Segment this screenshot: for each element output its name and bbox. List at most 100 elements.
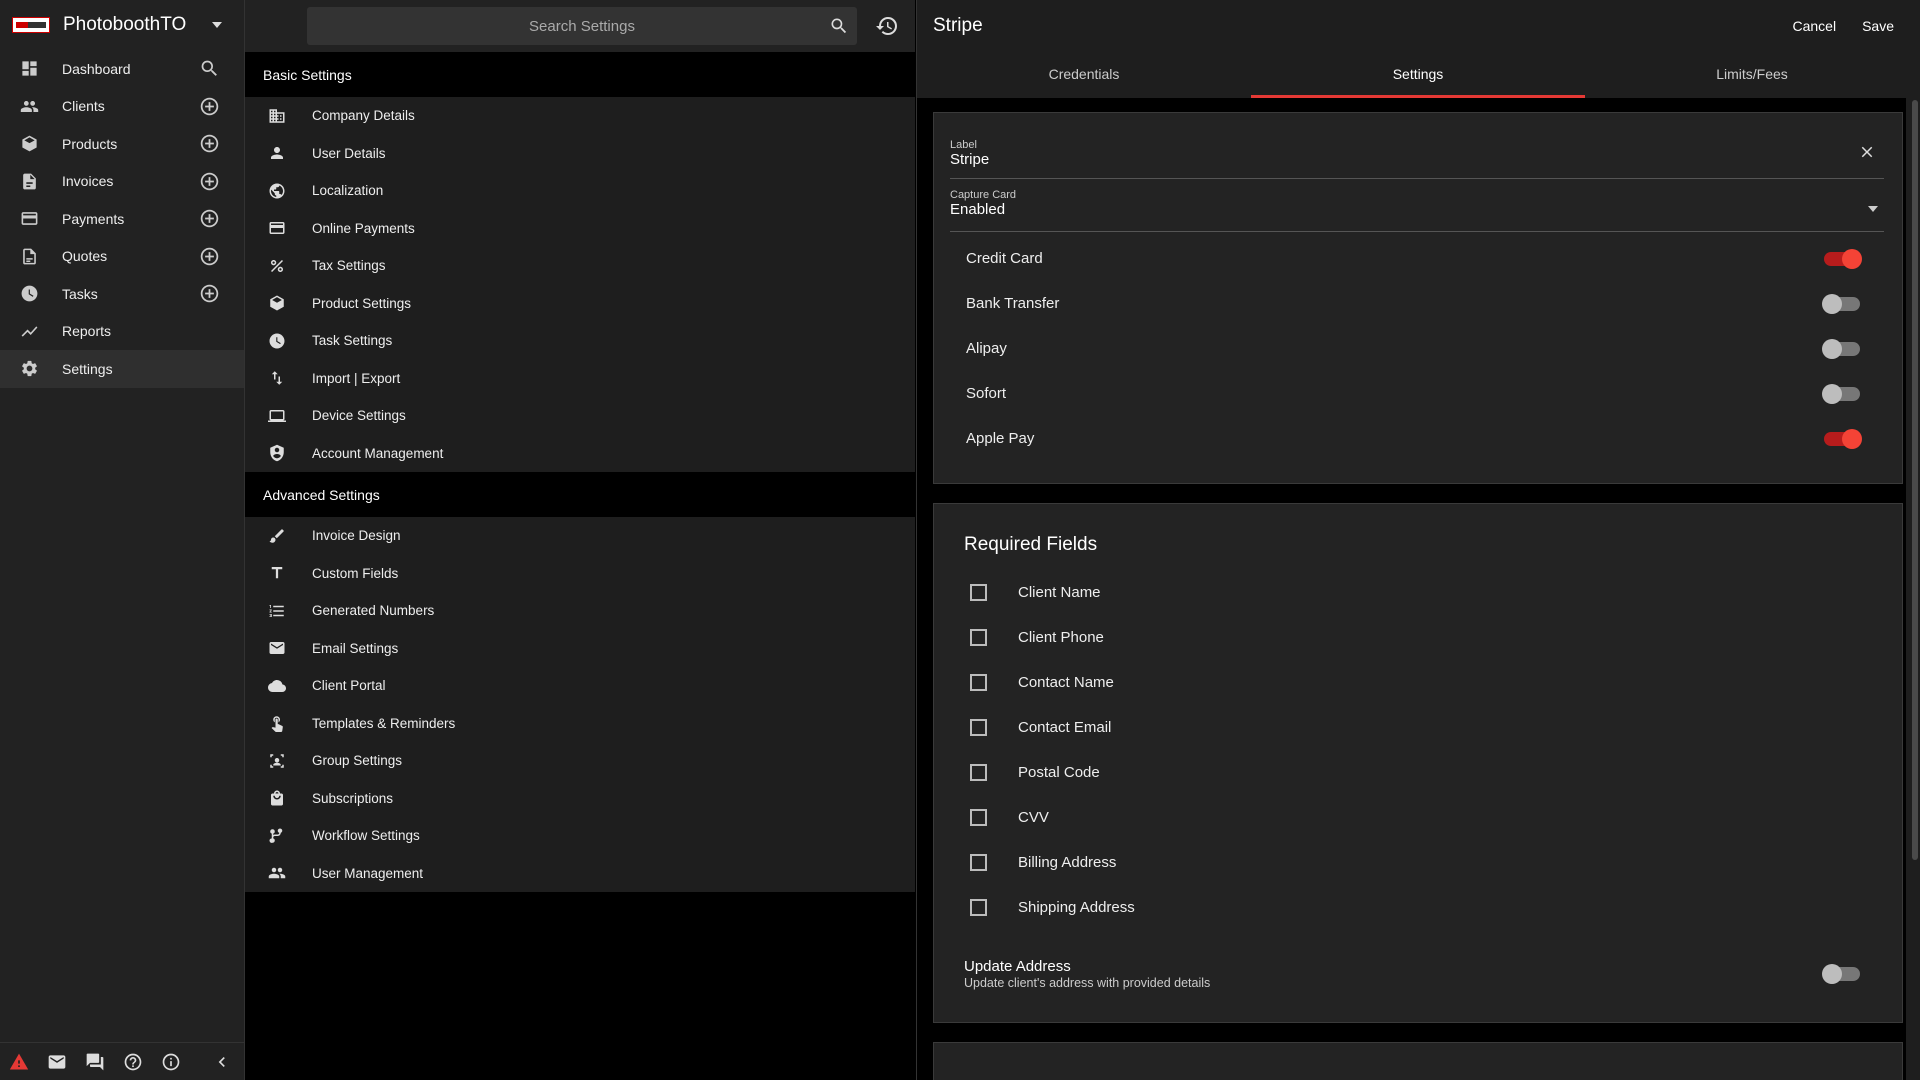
cvv-checkbox[interactable] (970, 809, 987, 826)
label-field[interactable]: Label Stripe (950, 127, 1884, 179)
required-field-client-phone[interactable]: Client Phone (964, 615, 1884, 660)
settings-item-custom-fields[interactable]: Custom Fields (245, 555, 915, 593)
tab-settings[interactable]: Settings (1251, 52, 1585, 98)
chevron-down-icon[interactable] (212, 22, 222, 28)
toggle-label: Bank Transfer (966, 295, 1060, 312)
quotes-icon (18, 245, 40, 267)
percent-icon (267, 256, 287, 276)
capture-card-select[interactable]: Capture Card Enabled (950, 179, 1884, 232)
toggle-knob (1842, 248, 1862, 269)
required-field-cvv[interactable]: CVV (964, 795, 1884, 840)
chat-icon[interactable] (84, 1051, 106, 1073)
warning-icon[interactable] (8, 1051, 30, 1073)
settings-item-company-details[interactable]: Company Details (245, 97, 915, 135)
basic-settings-heading: Basic Settings (245, 52, 915, 97)
clear-icon[interactable] (1858, 143, 1876, 161)
required-field-client-name[interactable]: Client Name (964, 570, 1884, 615)
settings-item-user-details[interactable]: User Details (245, 135, 915, 173)
client-phone-checkbox[interactable] (970, 629, 987, 646)
apple-pay-toggle[interactable] (1824, 428, 1862, 449)
settings-item-online-payments[interactable]: Online Payments (245, 210, 915, 248)
history-icon[interactable] (875, 14, 899, 38)
add-circle-icon[interactable] (198, 133, 220, 155)
search-box (307, 7, 857, 45)
group-icon (267, 751, 287, 771)
checkbox-label: Shipping Address (1018, 899, 1135, 916)
postal-code-checkbox[interactable] (970, 764, 987, 781)
settings-item-tax-settings[interactable]: Tax Settings (245, 247, 915, 285)
required-field-postal-code[interactable]: Postal Code (964, 750, 1884, 795)
add-circle-icon[interactable] (198, 245, 220, 267)
sofort-toggle[interactable] (1822, 383, 1860, 404)
settings-item-email-settings[interactable]: Email Settings (245, 630, 915, 668)
settings-item-client-portal[interactable]: Client Portal (245, 667, 915, 705)
sidebar-item-reports[interactable]: Reports (0, 313, 244, 351)
sidebar-item-clients[interactable]: Clients (0, 88, 244, 126)
help-icon[interactable] (122, 1051, 144, 1073)
add-circle-icon[interactable] (198, 283, 220, 305)
settings-item-generated-numbers[interactable]: Generated Numbers (245, 592, 915, 630)
required-field-contact-name[interactable]: Contact Name (964, 660, 1884, 705)
settings-item-group-settings[interactable]: Group Settings (245, 742, 915, 780)
search-icon[interactable] (829, 16, 849, 36)
settings-item-localization[interactable]: Localization (245, 172, 915, 210)
scrollbar[interactable] (1912, 100, 1918, 860)
client-name-checkbox[interactable] (970, 584, 987, 601)
settings-item-workflow-settings[interactable]: Workflow Settings (245, 817, 915, 855)
tab-credentials[interactable]: Credentials (917, 52, 1251, 98)
search-icon[interactable] (198, 58, 220, 80)
sidebar-item-label: Settings (62, 360, 113, 377)
settings-item-product-settings[interactable]: Product Settings (245, 285, 915, 323)
shipping-address-checkbox[interactable] (970, 899, 987, 916)
cancel-button[interactable]: Cancel (1792, 18, 1836, 34)
add-circle-icon[interactable] (198, 170, 220, 192)
mail-icon[interactable] (46, 1051, 68, 1073)
dropdown-arrow-icon[interactable] (1868, 206, 1878, 212)
update-address-toggle[interactable] (1822, 964, 1860, 984)
tab-limits-fees[interactable]: Limits/Fees (1585, 52, 1919, 98)
settings-item-import-export[interactable]: Import | Export (245, 360, 915, 398)
collapse-sidebar-icon[interactable] (211, 1051, 233, 1073)
sidebar-item-products[interactable]: Products (0, 125, 244, 163)
add-circle-icon[interactable] (198, 95, 220, 117)
company-icon (267, 106, 287, 126)
settings-item-subscriptions[interactable]: Subscriptions (245, 780, 915, 818)
sidebar-item-payments[interactable]: Payments (0, 200, 244, 238)
billing-address-checkbox[interactable] (970, 854, 987, 871)
settings-item-account-management[interactable]: Account Management (245, 435, 915, 473)
checkbox-label: Contact Name (1018, 674, 1114, 691)
settings-item-label: Invoice Design (312, 528, 401, 544)
add-circle-icon[interactable] (198, 208, 220, 230)
alipay-toggle[interactable] (1822, 338, 1860, 359)
update-address-subtitle: Update client's address with provided de… (964, 976, 1211, 990)
brush-icon (267, 526, 287, 546)
save-button[interactable]: Save (1862, 18, 1894, 34)
label-field-value[interactable]: Stripe (950, 151, 1884, 172)
sidebar-item-dashboard[interactable]: Dashboard (0, 50, 244, 88)
settings-item-invoice-design[interactable]: Invoice Design (245, 517, 915, 555)
info-icon[interactable] (160, 1051, 182, 1073)
settings-item-user-management[interactable]: User Management (245, 855, 915, 893)
sidebar-item-settings[interactable]: Settings (0, 350, 244, 388)
contact-name-checkbox[interactable] (970, 674, 987, 691)
settings-item-label: Custom Fields (312, 565, 399, 581)
required-field-billing-address[interactable]: Billing Address (964, 840, 1884, 885)
company-switcher[interactable]: PhotoboothTO (0, 0, 244, 50)
settings-item-task-settings[interactable]: Task Settings (245, 322, 915, 360)
toggle-row-bank-transfer: Bank Transfer (950, 281, 1884, 326)
bag-icon (267, 788, 287, 808)
settings-search-input[interactable] (307, 7, 857, 45)
credit-card-toggle[interactable] (1824, 248, 1862, 269)
sidebar-item-tasks[interactable]: Tasks (0, 275, 244, 313)
settings-item-device-settings[interactable]: Device Settings (245, 397, 915, 435)
detail-body: Label Stripe Capture Card Enabled Credit… (917, 98, 1906, 1080)
sidebar-item-label: Payments (62, 210, 125, 227)
sidebar-item-quotes[interactable]: Quotes (0, 238, 244, 276)
sidebar-item-invoices[interactable]: Invoices (0, 163, 244, 201)
bank-transfer-toggle[interactable] (1822, 293, 1860, 314)
contact-email-checkbox[interactable] (970, 719, 987, 736)
settings-item-templates-reminders[interactable]: Templates & Reminders (245, 705, 915, 743)
settings-search-bar (245, 0, 915, 52)
required-field-contact-email[interactable]: Contact Email (964, 705, 1884, 750)
required-field-shipping-address[interactable]: Shipping Address (964, 885, 1884, 930)
